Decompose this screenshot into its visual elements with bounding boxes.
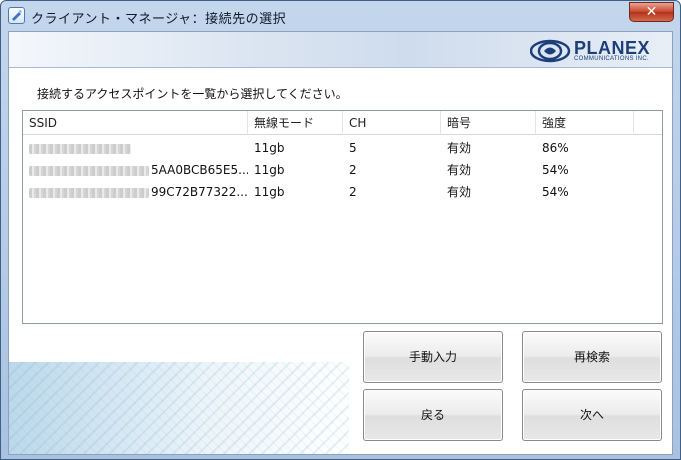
access-point-list[interactable]: SSID 無線モード CH 暗号 強度 11gb 5 有効 86% 5AA0BC… — [22, 110, 663, 324]
window-title: クライアント・マネージャ：接続先の選択 — [31, 12, 287, 27]
cell-channel: 5 — [349, 141, 357, 155]
cell-ssid: 99C72B77322... — [23, 181, 248, 203]
redacted-ssid — [29, 165, 149, 176]
cell-encryption: 有効 — [447, 163, 472, 177]
cell-channel: 2 — [349, 163, 357, 177]
cell-strength: 54% — [542, 185, 569, 199]
app-window: クライアント・マネージャ：接続先の選択 ✕ PLANEX COMMUNICATI… — [0, 0, 681, 460]
dialog-body: PLANEX COMMUNICATIONS INC. 接続するアクセスポイントを… — [8, 31, 673, 455]
back-button[interactable]: 戻る — [363, 389, 503, 441]
column-header-strength[interactable]: 強度 — [536, 111, 634, 135]
table-row[interactable]: 5AA0BCB65E5... 11gb 2 有効 54% — [23, 159, 662, 181]
column-header-channel[interactable]: CH — [343, 111, 441, 135]
cell-strength: 54% — [542, 163, 569, 177]
header-band: PLANEX COMMUNICATIONS INC. — [9, 32, 672, 68]
cell-ssid: 5AA0BCB65E5... — [23, 159, 248, 181]
title-bar[interactable]: クライアント・マネージャ：接続先の選択 ✕ — [1, 1, 680, 31]
column-header-ssid[interactable]: SSID — [23, 111, 248, 135]
column-header-mode[interactable]: 無線モード — [248, 111, 343, 135]
ssid-text: 5AA0BCB65E5... — [151, 163, 248, 177]
planex-logo: PLANEX COMMUNICATIONS INC. — [530, 38, 665, 64]
redacted-ssid — [29, 187, 149, 198]
ssid-text: 99C72B77322... — [151, 185, 248, 199]
cell-mode: 11gb — [254, 141, 285, 155]
rescan-button[interactable]: 再検索 — [522, 331, 662, 383]
app-icon — [8, 7, 25, 24]
next-button[interactable]: 次へ — [522, 389, 662, 441]
cell-channel: 2 — [349, 185, 357, 199]
list-header: SSID 無線モード CH 暗号 強度 — [23, 111, 662, 135]
cell-mode: 11gb — [254, 163, 285, 177]
close-button[interactable]: ✕ — [629, 2, 674, 22]
planex-logo-icon — [530, 39, 571, 63]
column-header-encryption[interactable]: 暗号 — [441, 111, 536, 135]
manual-input-button[interactable]: 手動入力 — [363, 331, 503, 383]
redacted-ssid — [29, 143, 131, 154]
table-row[interactable]: 11gb 5 有効 86% — [23, 137, 662, 159]
cell-mode: 11gb — [254, 185, 285, 199]
cell-ssid — [23, 137, 248, 159]
circuit-decoration — [9, 362, 349, 454]
cell-strength: 86% — [542, 141, 569, 155]
logo-subtitle: COMMUNICATIONS INC. — [574, 56, 649, 62]
instruction-text: 接続するアクセスポイントを一覧から選択してください。 — [37, 87, 348, 101]
cell-encryption: 有効 — [447, 141, 472, 155]
cell-encryption: 有効 — [447, 185, 472, 199]
table-row[interactable]: 99C72B77322... 11gb 2 有効 54% — [23, 181, 662, 203]
